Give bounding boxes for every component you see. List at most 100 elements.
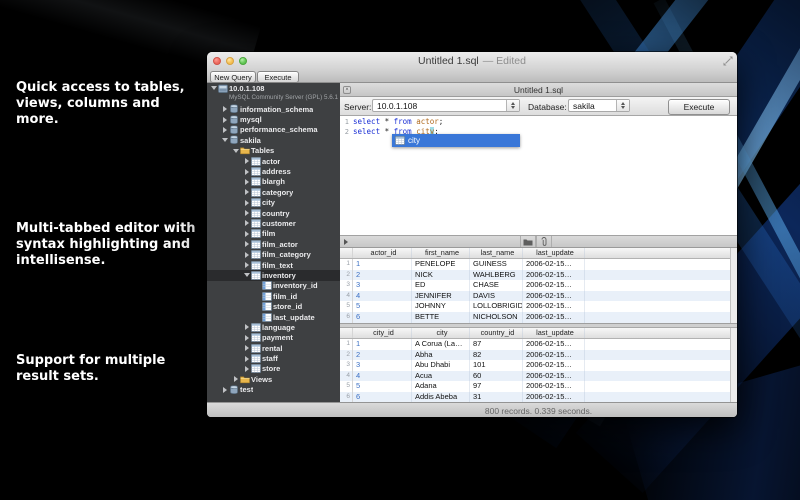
table-icon (251, 250, 262, 259)
tree-item-mysql[interactable]: mysql (207, 114, 340, 124)
disclosure-triangle[interactable] (243, 251, 251, 259)
tree-item-staff[interactable]: staff (207, 353, 340, 363)
disclosure-triangle[interactable] (232, 147, 240, 155)
disclosure-triangle[interactable] (243, 219, 251, 227)
tree-item-address[interactable]: address (207, 166, 340, 176)
tree-item-Tables[interactable]: Tables (207, 146, 340, 156)
autocomplete-item-city[interactable]: city (392, 134, 520, 147)
minimize-window-button[interactable] (226, 57, 234, 65)
paperclip-icon[interactable] (536, 236, 552, 247)
disclosure-triangle[interactable] (243, 271, 251, 279)
column-header-last_update[interactable]: last_update (523, 328, 585, 338)
tree-item-customer[interactable]: customer (207, 218, 340, 228)
tree-item-label: film_category (262, 250, 311, 259)
table-cell: 101 (470, 360, 523, 371)
table-row[interactable]: 11PENELOPEGUINESS2006-02-15… (340, 259, 730, 270)
results-disclosure-triangle[interactable] (344, 239, 348, 245)
tree-item-film_text[interactable]: film_text (207, 260, 340, 270)
code-line[interactable]: 1select * from actor; (340, 117, 737, 127)
disclosure-triangle[interactable] (243, 199, 251, 207)
tree-item-last_update[interactable]: last_update (207, 312, 340, 322)
tree-item-city[interactable]: city (207, 198, 340, 208)
table-row[interactable]: 44JENNIFERDAVIS2006-02-15… (340, 291, 730, 302)
table-row[interactable]: 33EDCHASE2006-02-15… (340, 280, 730, 291)
marketing-text-editor: Multi-tabbed editor with syntax highligh… (16, 221, 221, 269)
row-number: 4 (340, 291, 353, 302)
tree-item-performance_schema[interactable]: performance_schema (207, 125, 340, 135)
fullscreen-icon[interactable] (723, 56, 733, 66)
tab-close-icon[interactable]: × (343, 86, 351, 94)
tree-item-film_id[interactable]: film_id (207, 291, 340, 301)
disclosure-triangle[interactable] (243, 188, 251, 196)
table-cell: Adana (412, 381, 470, 392)
tree-item-information_schema[interactable]: information_schema (207, 104, 340, 114)
execute-toolbar-button[interactable]: Execute (257, 71, 299, 83)
editor-tab-bar[interactable]: × Untitled 1.sql (340, 83, 737, 97)
disclosure-triangle[interactable] (221, 126, 229, 134)
table-row[interactable]: 22Abha822006-02-15… (340, 350, 730, 361)
disclosure-triangle[interactable] (210, 84, 218, 92)
disclosure-triangle[interactable] (243, 168, 251, 176)
tree-item-film_actor[interactable]: film_actor (207, 239, 340, 249)
tree-item-sakila[interactable]: sakila (207, 135, 340, 145)
query-bar: Server: 10.0.1.108 Database: sakila Exec… (340, 97, 737, 116)
column-header-city_id[interactable]: city_id (353, 328, 412, 338)
table-cell: LOLLOBRIGIDA (470, 301, 523, 312)
disclosure-triangle[interactable] (243, 365, 251, 373)
disclosure-triangle[interactable] (243, 209, 251, 217)
disclosure-triangle[interactable] (243, 240, 251, 248)
tree-item-store[interactable]: store (207, 364, 340, 374)
new-query-button[interactable]: New Query (210, 71, 256, 83)
tree-item-film_category[interactable]: film_category (207, 249, 340, 259)
disclosure-triangle[interactable] (243, 323, 251, 331)
disclosure-triangle[interactable] (243, 261, 251, 269)
disclosure-triangle[interactable] (243, 178, 251, 186)
tree-item-blargh[interactable]: blargh (207, 177, 340, 187)
table-row[interactable]: 22NICKWAHLBERG2006-02-15… (340, 270, 730, 281)
tree-item-payment[interactable]: payment (207, 333, 340, 343)
server-select[interactable]: 10.0.1.108 (372, 99, 520, 112)
export-folder-icon[interactable] (520, 236, 536, 247)
tree-item-country[interactable]: country (207, 208, 340, 218)
tree-item-language[interactable]: language (207, 322, 340, 332)
disclosure-triangle[interactable] (243, 230, 251, 238)
tree-item-test[interactable]: test (207, 385, 340, 395)
title-bar[interactable]: Untitled 1.sql — Edited (207, 52, 737, 70)
table-row[interactable]: 33Abu Dhabi1012006-02-15… (340, 360, 730, 371)
tree-item-category[interactable]: category (207, 187, 340, 197)
table-row[interactable]: 66BETTENICHOLSON2006-02-15… (340, 312, 730, 323)
column-header-city[interactable]: city (412, 328, 470, 338)
column-header-country_id[interactable]: country_id (470, 328, 523, 338)
disclosure-triangle[interactable] (243, 157, 251, 165)
tree-item-store_id[interactable]: store_id (207, 301, 340, 311)
execute-query-button[interactable]: Execute (668, 99, 730, 115)
table-row[interactable]: 44Acua602006-02-15… (340, 371, 730, 382)
tree-item-actor[interactable]: actor (207, 156, 340, 166)
tree-item-inventory[interactable]: inventory (207, 270, 340, 280)
tree-item-film[interactable]: film (207, 229, 340, 239)
disclosure-triangle[interactable] (243, 355, 251, 363)
disclosure-triangle[interactable] (221, 116, 229, 124)
tree-item-10.0.1.108[interactable]: 10.0.1.108MySQL Community Server (GPL) 5… (207, 83, 340, 104)
disclosure-triangle[interactable] (221, 386, 229, 394)
table-row[interactable]: 66Addis Abeba312006-02-15… (340, 392, 730, 403)
column-header-first_name[interactable]: first_name (412, 248, 470, 258)
close-window-button[interactable] (213, 57, 221, 65)
table-row[interactable]: 55JOHNNYLOLLOBRIGIDA2006-02-15… (340, 301, 730, 312)
column-header-last_update[interactable]: last_update (523, 248, 585, 258)
table-cell: 2006-02-15… (523, 259, 585, 270)
tree-item-Views[interactable]: Views (207, 374, 340, 384)
disclosure-triangle[interactable] (243, 334, 251, 342)
table-row[interactable]: 11A Corua (La…872006-02-15… (340, 339, 730, 350)
column-header-last_name[interactable]: last_name (470, 248, 523, 258)
disclosure-triangle[interactable] (243, 344, 251, 352)
zoom-window-button[interactable] (239, 57, 247, 65)
disclosure-triangle[interactable] (221, 105, 229, 113)
disclosure-triangle[interactable] (232, 375, 240, 383)
table-row[interactable]: 55Adana972006-02-15… (340, 381, 730, 392)
disclosure-triangle[interactable] (221, 136, 229, 144)
column-header-actor_id[interactable]: actor_id (353, 248, 412, 258)
database-select[interactable]: sakila (568, 99, 630, 112)
tree-item-inventory_id[interactable]: inventory_id (207, 281, 340, 291)
tree-item-rental[interactable]: rental (207, 343, 340, 353)
